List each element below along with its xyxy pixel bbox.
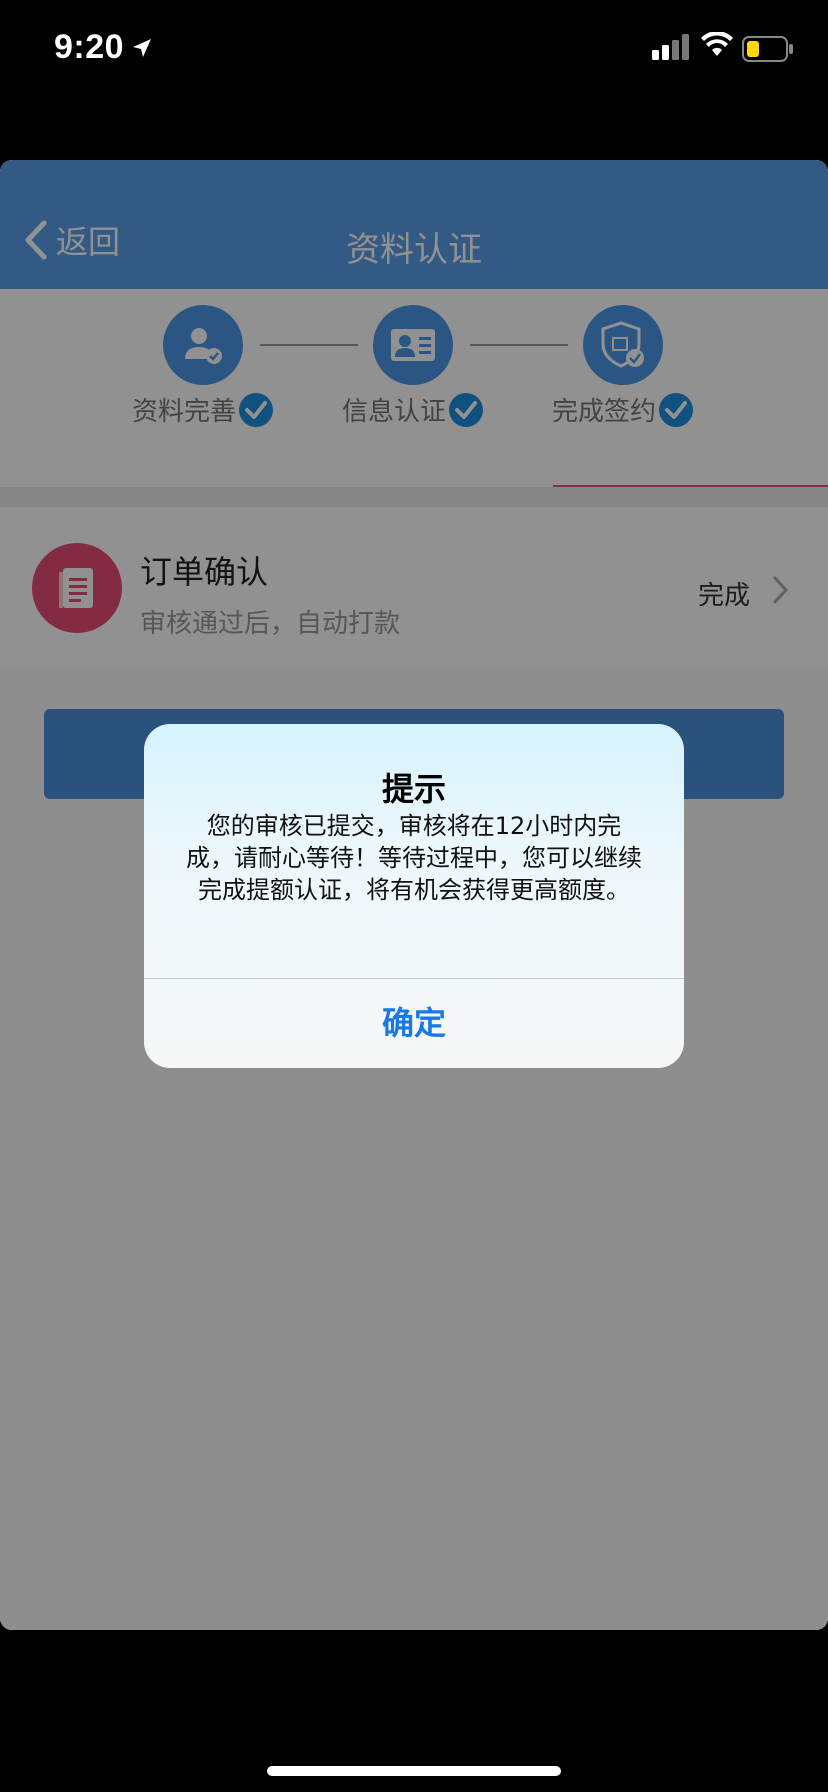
- alert-title: 提示: [381, 770, 446, 808]
- home-indicator[interactable]: [267, 1766, 561, 1776]
- wifi-icon: [701, 32, 733, 56]
- alert-dialog: 提示 您的审核已提交，审核将在12小时内完成，请耐心等待！等待过程中，您可以继续…: [144, 724, 684, 1068]
- confirm-button[interactable]: 确定: [144, 979, 684, 1068]
- location-arrow-icon: [133, 39, 151, 57]
- status-bar: 9:20: [0, 0, 828, 100]
- alert-message: 您的审核已提交，审核将在12小时内完成，请耐心等待！等待过程中，您可以继续完成提…: [186, 812, 642, 904]
- battery-icon: [742, 36, 793, 62]
- cellular-signal-icon: [652, 34, 689, 60]
- status-time: 9:20: [54, 28, 125, 66]
